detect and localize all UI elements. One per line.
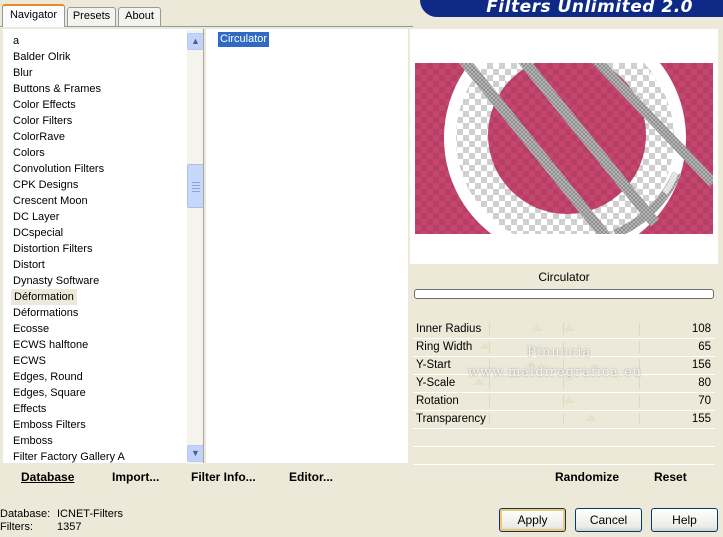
category-item[interactable]: Color Effects [13, 97, 76, 113]
slider-thumb[interactable] [585, 414, 597, 421]
category-item[interactable]: a [13, 33, 19, 49]
category-item[interactable]: Color Filters [13, 113, 72, 129]
filter-list[interactable]: Circulator [206, 29, 408, 463]
slider-thumb[interactable] [563, 324, 575, 331]
param-value: 108 [691, 323, 711, 335]
filter-item-circulator[interactable]: Circulator [218, 32, 270, 47]
scroll-down-arrow-icon[interactable]: ▼ [187, 445, 204, 462]
category-item[interactable]: ECWS halftone [13, 337, 88, 353]
slider-tick-mark [639, 341, 640, 353]
category-item[interactable]: Distortion Filters [13, 241, 92, 257]
preview-filter-name: Circulator [538, 270, 590, 284]
slider-tick-mark [489, 323, 490, 335]
param-row[interactable]: Inner Radius 108 [413, 321, 715, 339]
category-item[interactable]: Balder Olrik [13, 49, 70, 65]
filter-info-button[interactable]: Filter Info... [191, 470, 256, 484]
param-label: Transparency [416, 413, 486, 425]
filters-count-label: Filters: [0, 521, 33, 533]
slider-tick-mark [563, 413, 564, 425]
database-value: ICNET-Filters [57, 508, 123, 520]
param-label: Ring Width [416, 341, 473, 353]
param-row[interactable]: Transparency 155 [413, 411, 715, 429]
tab-presets[interactable]: Presets [67, 7, 116, 26]
app-title: Filters Unlimited 2.0 [486, 0, 693, 17]
slider-tick-mark [489, 395, 490, 407]
param-row-empty [413, 429, 715, 447]
category-scrollbar[interactable]: ▲ ▼ [187, 30, 204, 464]
param-label: Y-Start [416, 359, 451, 371]
randomize-button[interactable]: Randomize [555, 470, 619, 484]
param-row[interactable]: Rotation 70 [413, 393, 715, 411]
reset-button[interactable]: Reset [654, 470, 687, 484]
scroll-up-arrow-icon[interactable]: ▲ [187, 33, 204, 50]
database-label: Database: [0, 508, 51, 520]
title-banner: Filters Unlimited 2.0 [420, 0, 723, 17]
category-item[interactable]: Crescent Moon [13, 193, 88, 209]
help-button[interactable]: Help [651, 508, 718, 532]
watermark-line1: Pinuccia [527, 345, 592, 360]
category-item[interactable]: Emboss [13, 433, 53, 449]
category-item[interactable]: Edges, Round [13, 369, 83, 385]
category-item[interactable]: DCspecial [13, 225, 63, 241]
category-item[interactable]: ECWS [13, 353, 46, 369]
category-item[interactable]: Effects [13, 401, 46, 417]
category-item[interactable]: CPK Designs [13, 177, 78, 193]
slider-thumb[interactable] [531, 324, 543, 331]
param-row-empty [413, 447, 715, 465]
tab-about[interactable]: About [118, 7, 161, 26]
category-item[interactable]: ColorRave [13, 129, 65, 145]
progress-bar [414, 289, 714, 299]
slider-tick-mark [489, 413, 490, 425]
category-item[interactable]: Buttons & Frames [13, 81, 101, 97]
preview-image [415, 63, 713, 234]
category-item[interactable]: Ecosse [13, 321, 49, 337]
param-value: 70 [698, 395, 711, 407]
divider [203, 29, 204, 463]
param-value: 155 [691, 413, 711, 425]
param-value: 65 [698, 341, 711, 353]
category-item[interactable]: Emboss Filters [13, 417, 86, 433]
param-label: Y-Scale [416, 377, 456, 389]
category-item[interactable]: Dynasty Software [13, 273, 99, 289]
slider-thumb[interactable] [479, 342, 491, 349]
category-item[interactable]: Déformation [11, 289, 77, 305]
category-item[interactable]: Colors [13, 145, 45, 161]
slider-tick-mark [639, 395, 640, 407]
param-value: 156 [691, 359, 711, 371]
category-item[interactable]: Convolution Filters [13, 161, 104, 177]
category-item[interactable]: Edges, Square [13, 385, 86, 401]
slider-thumb[interactable] [563, 396, 575, 403]
filters-count-value: 1357 [57, 521, 82, 533]
editor-button[interactable]: Editor... [289, 470, 333, 484]
category-list[interactable]: a Balder Olrik Blur Buttons & Frames Color E… [3, 29, 204, 465]
tab-navigator[interactable]: Navigator [2, 4, 65, 27]
category-item[interactable]: Distort [13, 257, 45, 273]
database-button-label: Database [21, 470, 75, 484]
slider-tick-mark [639, 323, 640, 335]
slider-tick-mark [639, 413, 640, 425]
import-button[interactable]: Import... [112, 470, 159, 484]
scrollbar-thumb[interactable] [187, 164, 204, 208]
watermark-line2: www.maldiregrafica.eu [468, 365, 643, 380]
category-item[interactable]: Filter Factory Gallery A [13, 449, 125, 465]
category-item[interactable]: DC Layer [13, 209, 59, 225]
category-item[interactable]: Blur [13, 65, 33, 81]
cancel-button[interactable]: Cancel [575, 508, 642, 532]
apply-button[interactable]: Apply [499, 508, 566, 532]
category-item[interactable]: Déformations [13, 305, 78, 321]
param-value: 80 [698, 377, 711, 389]
param-label: Rotation [416, 395, 459, 407]
param-label: Inner Radius [416, 323, 482, 335]
database-button[interactable]: Database [21, 470, 74, 484]
